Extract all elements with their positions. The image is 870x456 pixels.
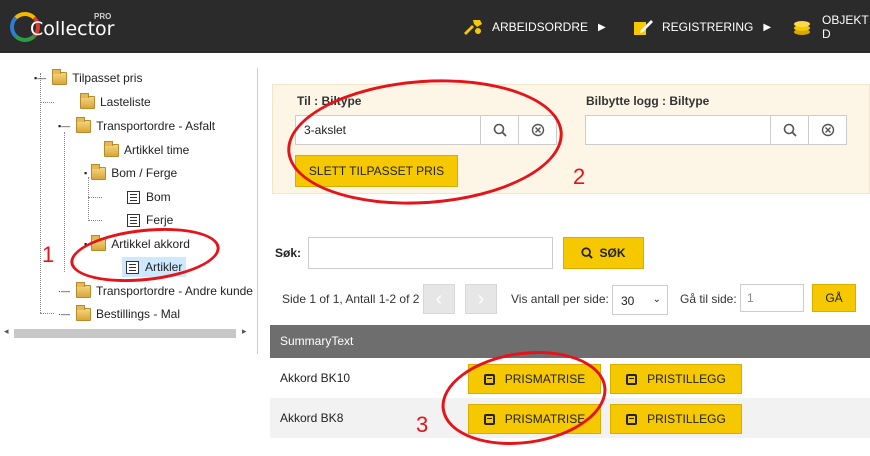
bilbytte-logg-field[interactable] [585, 115, 847, 145]
search-icon [581, 247, 594, 259]
search-button[interactable]: SØK [563, 237, 644, 269]
goto-value: 1 [747, 291, 754, 305]
tree-item-tilpasset-pris[interactable]: ▪— Tilpasset pris [34, 68, 142, 88]
folder-icon [91, 163, 107, 180]
goto-label: Gå til side: [680, 292, 737, 306]
pristillegg-button[interactable]: PRISTILLEGG [610, 404, 742, 434]
folder-icon [80, 92, 95, 109]
scrollbar-thumb[interactable] [14, 329, 236, 338]
row-summary: Akkord BK10 [280, 371, 351, 385]
pager: Side 1 of 1, Antall 1-2 of 2 ‹ › Vis ant… [270, 282, 870, 316]
tree-connector: ·— [58, 309, 70, 319]
per-page-label: Vis antall per side: [511, 292, 609, 306]
addon-icon [626, 373, 638, 385]
table-header: SummaryText [270, 325, 870, 358]
pristillegg-button[interactable]: PRISTILLEGG [610, 364, 742, 394]
bilbytte-logg-value[interactable] [586, 116, 770, 144]
folder-icon [76, 116, 92, 133]
logo-text: Collector [30, 18, 115, 40]
nav-registrering[interactable]: REGISTRERING ▶ [632, 16, 771, 38]
button-label: GÅ [825, 291, 843, 305]
tree-line [40, 73, 41, 313]
tree-item-label: Ferje [146, 213, 174, 227]
goto-page-input[interactable]: 1 [740, 284, 804, 312]
app-window: Collector PRO ARBEIDSORDRE ▶ REGISTRERIN… [0, 0, 870, 456]
annotation-number-1: 1 [42, 242, 55, 267]
row-summary: Akkord BK8 [280, 411, 344, 425]
tree-item-bom[interactable]: Bom [127, 187, 171, 207]
search-input[interactable] [308, 237, 553, 269]
folder-icon [104, 140, 119, 157]
column-header-summarytext: SummaryText [280, 334, 354, 348]
logo-badge: PRO [94, 12, 112, 21]
clear-icon[interactable] [808, 116, 846, 144]
annotation-number-2: 2 [573, 164, 586, 189]
scroll-right-icon[interactable]: ▸ [242, 326, 247, 337]
expand-toggle-icon[interactable]: ▪— [58, 121, 70, 131]
tree-item-label: Artikkel time [124, 143, 190, 157]
nav-arbeidsordre[interactable]: ARBEIDSORDRE ▶ [462, 16, 606, 38]
per-page-select[interactable]: 30 ⌄ [612, 285, 668, 315]
search-label: Søk: [275, 246, 302, 260]
tree-item-artikkel-time[interactable]: Artikkel time [104, 140, 189, 160]
tree-line [88, 197, 102, 198]
panel-divider [257, 68, 258, 354]
scroll-left-icon[interactable]: ◂ [4, 326, 9, 337]
nav-objekt[interactable]: OBJEKT D [792, 13, 870, 41]
tree-item-label: Lasteliste [100, 95, 151, 109]
tree-item-label: Transportordre - Andre kunde [96, 284, 253, 298]
button-label: PRISTILLEGG [647, 372, 726, 386]
goto-button[interactable]: GÅ [812, 284, 856, 312]
button-label: PRISTILLEGG [647, 412, 726, 426]
per-page-value: 30 [621, 294, 635, 308]
tree-line [64, 132, 65, 272]
prev-page-button[interactable]: ‹ [423, 284, 455, 314]
folder-icon [52, 68, 68, 85]
annotation-number-3: 3 [416, 412, 429, 437]
tree-line [40, 313, 54, 314]
button-label: SØK [599, 246, 626, 260]
tree-item-transportordre-asfalt[interactable]: ▪— Transportordre - Asfalt [58, 116, 215, 136]
chevron-right-icon: › [477, 287, 485, 310]
tree-item-label: Tilpasset pris [72, 71, 143, 85]
tree-item-label: Bom / Ferge [111, 166, 178, 180]
field-label-bilbytte-logg: Bilbytte logg : Biltype [586, 94, 710, 108]
tree-horizontal-scrollbar[interactable]: ◂ ▸ [0, 326, 250, 340]
coins-icon [792, 18, 814, 36]
tools-icon [462, 18, 484, 36]
expand-toggle-icon[interactable]: ▪ [84, 168, 87, 178]
tree-connector: ·— [58, 286, 70, 296]
expand-toggle-icon[interactable]: ▪— [34, 73, 46, 83]
tree-line [88, 220, 102, 221]
chevron-down-icon: ⌄ [652, 294, 661, 305]
collector-logo[interactable]: Collector PRO [10, 8, 114, 46]
tree-item-label: Bom [146, 190, 171, 204]
tree-item-bom-ferge[interactable]: ▪ Bom / Ferge [84, 163, 177, 183]
nav-label: OBJEKT D [822, 13, 869, 41]
document-icon [127, 190, 140, 204]
nav-label: ARBEIDSORDRE [492, 20, 589, 34]
document-icon [127, 213, 140, 227]
tree-item-label: Bestillings - Mal [96, 307, 181, 321]
tree-item-bestillings-mal[interactable]: ·— Bestillings - Mal [58, 304, 180, 324]
next-page-button[interactable]: › [465, 284, 497, 314]
tree-item-label: Transportordre - Asfalt [96, 119, 216, 133]
addon-icon [626, 413, 638, 425]
tree-item-transportordre-andre[interactable]: ·— Transportordre - Andre kunde [58, 281, 258, 301]
tree-line [88, 177, 89, 219]
nav-label: REGISTRERING [662, 20, 754, 34]
top-navbar: Collector PRO ARBEIDSORDRE ▶ REGISTRERIN… [0, 0, 870, 53]
tree-line [40, 102, 54, 103]
caret-right-icon: ▶ [763, 21, 772, 33]
tree-item-lasteliste[interactable]: Lasteliste [80, 92, 151, 112]
caret-right-icon: ▶ [598, 21, 606, 33]
edit-icon [632, 18, 654, 36]
folder-icon [76, 281, 91, 298]
pager-info: Side 1 of 1, Antall 1-2 of 2 [282, 292, 420, 306]
search-icon[interactable] [770, 116, 808, 144]
chevron-left-icon: ‹ [435, 287, 443, 310]
folder-icon [76, 304, 91, 321]
